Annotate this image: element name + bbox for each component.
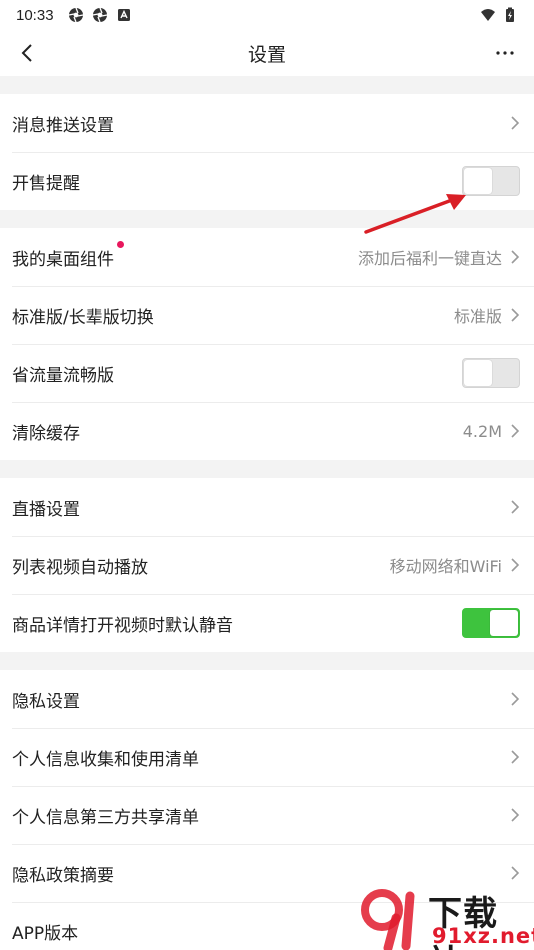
section-divider xyxy=(0,652,534,670)
chevron-right-icon xyxy=(511,692,520,706)
status-bar: 10:33 xyxy=(0,0,534,30)
notification-section: 消息推送设置 开售提醒 xyxy=(0,94,534,210)
row-value: 4.2M xyxy=(462,421,502,441)
row-label: 我的桌面组件 xyxy=(12,240,124,270)
row-privacy-settings[interactable]: 隐私设置 xyxy=(0,670,534,728)
row-label: 标准版/长辈版切换 xyxy=(12,307,154,328)
new-badge-dot xyxy=(117,240,124,248)
chevron-right-icon xyxy=(511,750,520,764)
video-section: 直播设置 列表视频自动播放 移动网络和WiFi 商品详情打开视频时默认静音 xyxy=(0,478,534,652)
row-push-settings[interactable]: 消息推送设置 xyxy=(0,94,534,152)
row-label: 消息推送设置 xyxy=(12,115,114,136)
chevron-right-icon xyxy=(511,308,520,322)
more-dots-icon xyxy=(496,51,514,55)
watermark-domain: 91xz.net xyxy=(432,924,534,948)
chevron-right-icon xyxy=(511,424,520,438)
section-divider xyxy=(0,460,534,478)
toggle-knob xyxy=(464,168,492,194)
toggle-knob xyxy=(490,610,518,636)
section-divider xyxy=(0,76,534,94)
section-divider xyxy=(0,210,534,228)
row-label: 隐私政策摘要 xyxy=(12,865,114,886)
row-value: 移动网络和WiFi xyxy=(389,557,502,576)
aperture-icon xyxy=(92,7,107,23)
row-label: 清除缓存 xyxy=(12,423,80,444)
wifi-icon xyxy=(481,9,495,21)
row-value: 标准版 xyxy=(453,307,502,326)
row-value: 添加后福利一键直达 xyxy=(357,249,502,268)
display-section: 我的桌面组件 添加后福利一键直达 标准版/长辈版切换 标准版 省流量流畅版 清除… xyxy=(0,228,534,460)
row-personal-info-list[interactable]: 个人信息收集和使用清单 xyxy=(0,728,534,786)
chevron-right-icon xyxy=(511,866,520,880)
row-label: 商品详情打开视频时默认静音 xyxy=(12,615,233,636)
watermark: 下载站 91xz.net xyxy=(358,886,534,950)
status-notification-icons xyxy=(68,7,132,23)
chevron-right-icon xyxy=(511,250,520,264)
row-sale-reminder: 开售提醒 xyxy=(0,152,534,210)
row-label: 开售提醒 xyxy=(12,173,80,194)
sale-reminder-toggle[interactable] xyxy=(462,166,520,196)
row-label: 列表视频自动播放 xyxy=(12,557,148,578)
chevron-right-icon xyxy=(511,808,520,822)
toggle-knob xyxy=(464,360,492,386)
data-saver-toggle[interactable] xyxy=(462,358,520,388)
watermark-logo-icon xyxy=(361,889,415,950)
mute-default-toggle[interactable] xyxy=(462,608,520,638)
back-arrow-icon xyxy=(21,44,32,62)
row-third-party-list[interactable]: 个人信息第三方共享清单 xyxy=(0,786,534,844)
app-store-icon xyxy=(117,9,130,21)
row-label: 直播设置 xyxy=(12,499,80,520)
chevron-right-icon xyxy=(511,500,520,514)
chevron-right-icon xyxy=(511,116,520,130)
desktop-widget-label: 我的桌面组件 xyxy=(12,249,114,270)
row-label: 省流量流畅版 xyxy=(12,365,114,386)
status-system-icons xyxy=(480,7,518,23)
row-label: 个人信息第三方共享清单 xyxy=(12,807,199,828)
row-version-switch[interactable]: 标准版/长辈版切换 标准版 xyxy=(0,286,534,344)
row-desktop-widget[interactable]: 我的桌面组件 添加后福利一键直达 xyxy=(0,228,534,286)
row-autoplay[interactable]: 列表视频自动播放 移动网络和WiFi xyxy=(0,536,534,594)
row-clear-cache[interactable]: 清除缓存 4.2M xyxy=(0,402,534,460)
status-time: 10:33 xyxy=(16,6,54,24)
more-button[interactable] xyxy=(490,38,520,68)
row-label: APP版本 xyxy=(12,923,79,944)
row-label: 个人信息收集和使用清单 xyxy=(12,749,199,770)
battery-charging-icon xyxy=(506,7,514,22)
row-mute-default: 商品详情打开视频时默认静音 xyxy=(0,594,534,652)
row-live-settings[interactable]: 直播设置 xyxy=(0,478,534,536)
chevron-right-icon xyxy=(511,558,520,572)
aperture-icon xyxy=(68,7,83,23)
row-label: 隐私设置 xyxy=(12,691,80,712)
row-data-saver: 省流量流畅版 xyxy=(0,344,534,402)
header-bar: 设置 xyxy=(0,30,534,76)
page-title: 设置 xyxy=(247,43,286,66)
back-button[interactable] xyxy=(12,38,42,68)
